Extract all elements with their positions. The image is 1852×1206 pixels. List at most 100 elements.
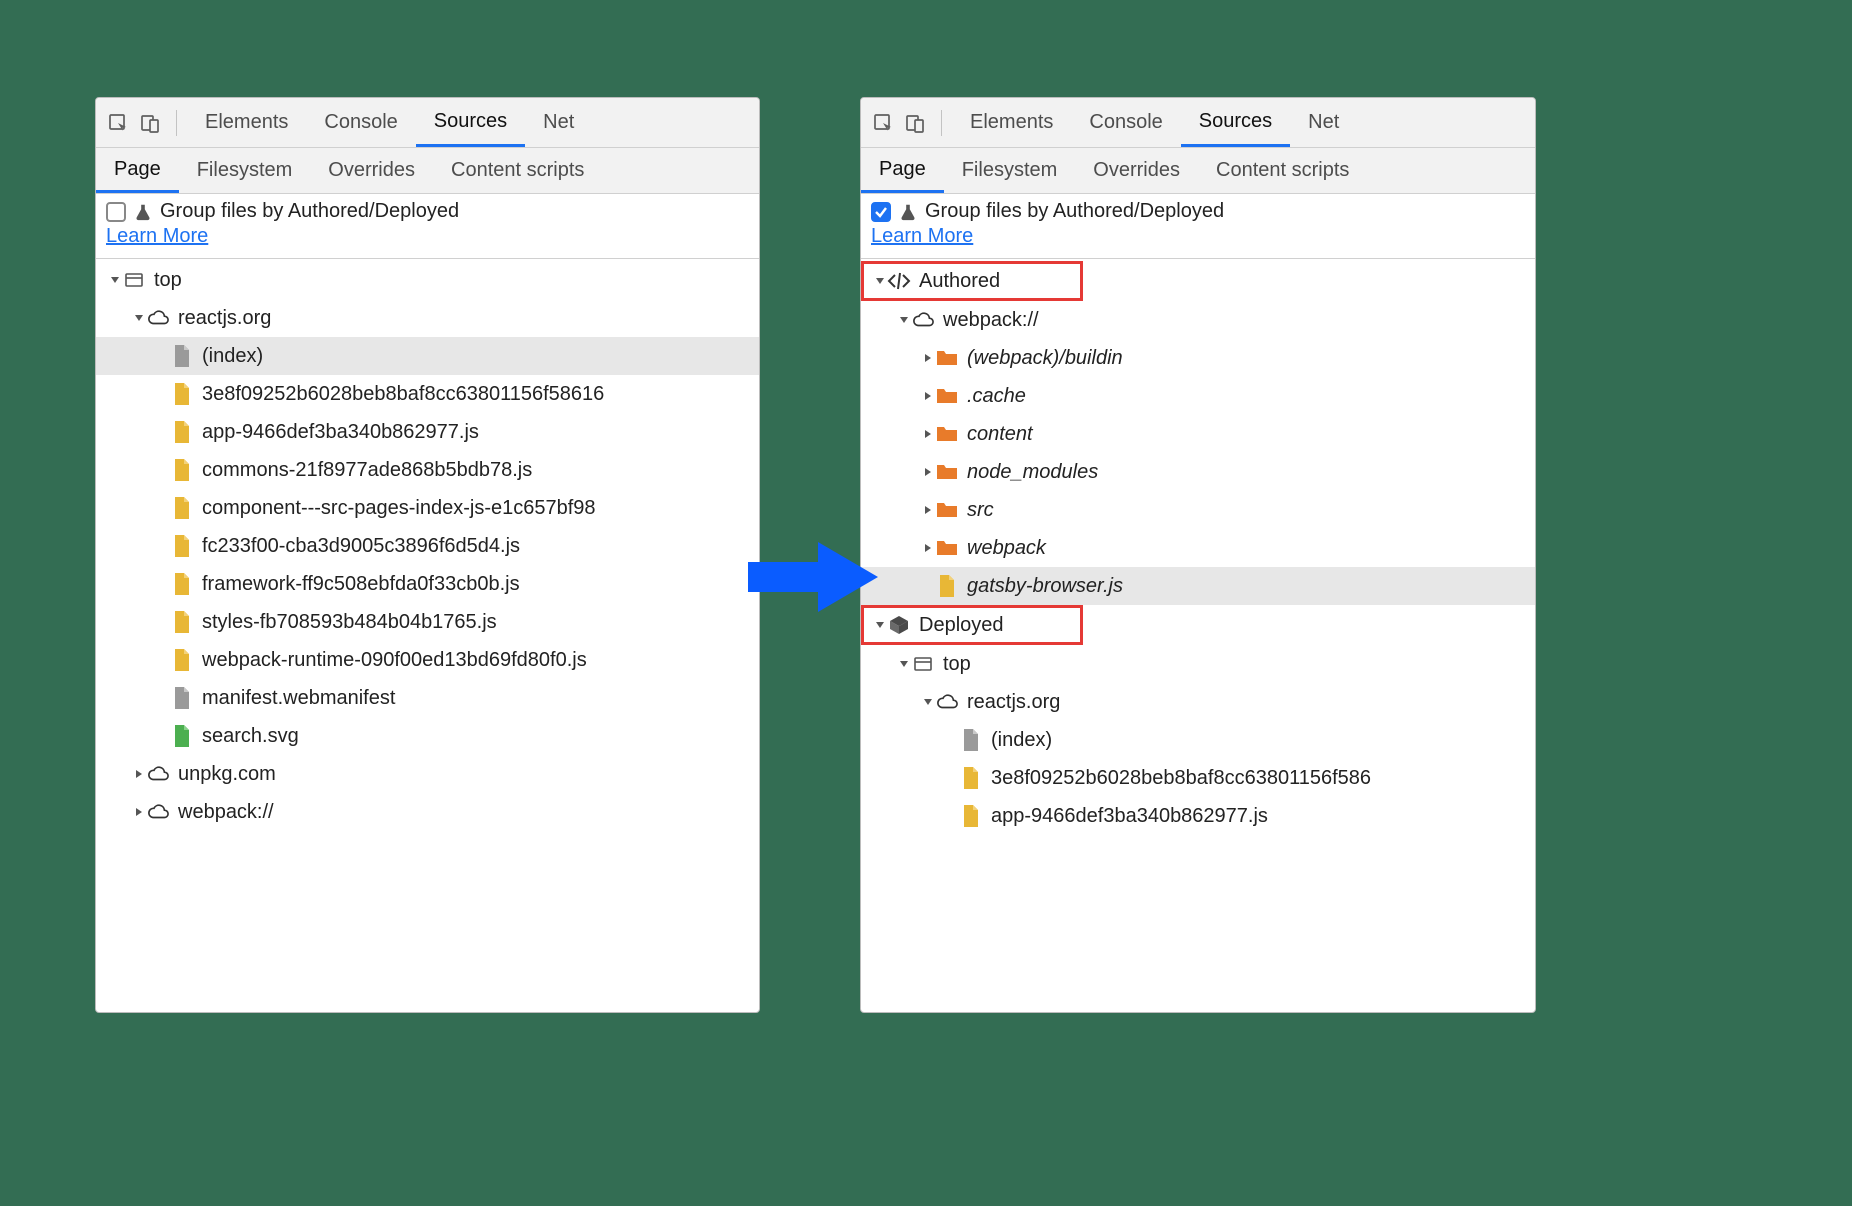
- tree-file[interactable]: 3e8f09252b6028beb8baf8cc63801156f58616: [96, 375, 759, 413]
- subtab-filesystem[interactable]: Filesystem: [179, 148, 311, 193]
- tree-label: manifest.webmanifest: [202, 687, 395, 710]
- main-toolbar: Elements Console Sources Net: [861, 98, 1535, 148]
- tree-file[interactable]: app-9466def3ba340b862977.js: [96, 413, 759, 451]
- disclosure-right-icon: [132, 807, 146, 817]
- tab-elements[interactable]: Elements: [187, 98, 306, 147]
- learn-more-link[interactable]: Learn More: [871, 225, 973, 248]
- tree-label: webpack://: [943, 309, 1039, 332]
- js-file-icon: [170, 496, 194, 520]
- tree-file[interactable]: gatsby-browser.js: [861, 567, 1535, 605]
- separator: [941, 110, 942, 136]
- sources-subtabs: Page Filesystem Overrides Content script…: [861, 148, 1535, 194]
- subtab-filesystem[interactable]: Filesystem: [944, 148, 1076, 193]
- disclosure-right-icon: [921, 505, 935, 515]
- subtab-content-scripts[interactable]: Content scripts: [1198, 148, 1367, 193]
- tree-folder[interactable]: .cache: [861, 377, 1535, 415]
- inspect-element-icon[interactable]: [869, 109, 897, 137]
- tree-folder[interactable]: src: [861, 491, 1535, 529]
- tree-label: webpack-runtime-090f00ed13bd69fd80f0.js: [202, 649, 587, 672]
- tree-file[interactable]: styles-fb708593b484b04b1765.js: [96, 603, 759, 641]
- folder-icon: [935, 384, 959, 408]
- group-files-checkbox[interactable]: [106, 202, 126, 222]
- inspect-element-icon[interactable]: [104, 109, 132, 137]
- tree-label: 3e8f09252b6028beb8baf8cc63801156f58616: [202, 383, 604, 406]
- js-file-icon: [959, 804, 983, 828]
- tree-label: (index): [991, 729, 1052, 752]
- tree-domain[interactable]: unpkg.com: [96, 755, 759, 793]
- tree-domain[interactable]: webpack://: [861, 301, 1535, 339]
- tab-network[interactable]: Net: [525, 98, 592, 147]
- group-by-bar: Group files by Authored/Deployed Learn M…: [96, 194, 759, 259]
- tree-file[interactable]: component---src-pages-index-js-e1c657bf9…: [96, 489, 759, 527]
- tree-file[interactable]: commons-21f8977ade868b5bdb78.js: [96, 451, 759, 489]
- group-by-bar: Group files by Authored/Deployed Learn M…: [861, 194, 1535, 259]
- tree-label: fc233f00-cba3d9005c3896f6d5d4.js: [202, 535, 520, 558]
- cloud-icon: [146, 306, 170, 330]
- devtools-panel-after: Elements Console Sources Net Page Filesy…: [860, 97, 1536, 1013]
- tree-label: webpack://: [178, 801, 274, 824]
- tree-domain[interactable]: webpack://: [96, 793, 759, 831]
- tree-top[interactable]: top: [861, 645, 1535, 683]
- experiment-icon: [899, 203, 917, 221]
- disclosure-down-icon: [921, 697, 935, 707]
- disclosure-right-icon: [132, 769, 146, 779]
- group-deployed[interactable]: Deployed: [861, 605, 1083, 645]
- device-toolbar-icon[interactable]: [901, 109, 929, 137]
- subtab-overrides[interactable]: Overrides: [1075, 148, 1198, 193]
- separator: [176, 110, 177, 136]
- cloud-icon: [935, 690, 959, 714]
- tree-top[interactable]: top: [96, 261, 759, 299]
- group-files-checkbox[interactable]: [871, 202, 891, 222]
- tree-file[interactable]: fc233f00-cba3d9005c3896f6d5d4.js: [96, 527, 759, 565]
- tree-file-index[interactable]: (index): [96, 337, 759, 375]
- tree-label: styles-fb708593b484b04b1765.js: [202, 611, 497, 634]
- file-tree: Authored webpack:// (webpack)/buildin .c…: [861, 259, 1535, 835]
- js-file-icon: [170, 648, 194, 672]
- tab-console[interactable]: Console: [1071, 98, 1180, 147]
- subtab-page[interactable]: Page: [861, 148, 944, 193]
- disclosure-right-icon: [921, 429, 935, 439]
- device-toolbar-icon[interactable]: [136, 109, 164, 137]
- tree-file[interactable]: manifest.webmanifest: [96, 679, 759, 717]
- tree-folder[interactable]: webpack: [861, 529, 1535, 567]
- tree-domain[interactable]: reactjs.org: [96, 299, 759, 337]
- tree-folder[interactable]: (webpack)/buildin: [861, 339, 1535, 377]
- tab-console[interactable]: Console: [306, 98, 415, 147]
- deployed-group-highlight: Deployed: [861, 605, 1083, 645]
- window-icon: [911, 652, 935, 676]
- tab-sources[interactable]: Sources: [1181, 98, 1290, 147]
- tree-file[interactable]: webpack-runtime-090f00ed13bd69fd80f0.js: [96, 641, 759, 679]
- tab-elements[interactable]: Elements: [952, 98, 1071, 147]
- disclosure-right-icon: [921, 543, 935, 553]
- tree-folder[interactable]: node_modules: [861, 453, 1535, 491]
- tree-domain[interactable]: reactjs.org: [861, 683, 1535, 721]
- tree-label: reactjs.org: [967, 691, 1060, 714]
- code-icon: [887, 269, 911, 293]
- folder-icon: [935, 346, 959, 370]
- experiment-icon: [134, 203, 152, 221]
- subtab-content-scripts[interactable]: Content scripts: [433, 148, 602, 193]
- tree-file[interactable]: framework-ff9c508ebfda0f33cb0b.js: [96, 565, 759, 603]
- tree-file[interactable]: 3e8f09252b6028beb8baf8cc63801156f586: [861, 759, 1535, 797]
- main-toolbar: Elements Console Sources Net: [96, 98, 759, 148]
- tree-label: webpack: [967, 537, 1046, 560]
- tree-label: .cache: [967, 385, 1026, 408]
- tree-label: src: [967, 499, 994, 522]
- tree-label: framework-ff9c508ebfda0f33cb0b.js: [202, 573, 520, 596]
- subtab-page[interactable]: Page: [96, 148, 179, 193]
- tree-label: gatsby-browser.js: [967, 575, 1123, 598]
- tab-sources[interactable]: Sources: [416, 98, 525, 147]
- learn-more-link[interactable]: Learn More: [106, 225, 208, 248]
- group-authored[interactable]: Authored: [861, 261, 1083, 301]
- js-file-icon: [170, 420, 194, 444]
- disclosure-down-icon: [108, 275, 122, 285]
- js-file-icon: [170, 382, 194, 406]
- js-file-icon: [170, 458, 194, 482]
- tree-folder[interactable]: content: [861, 415, 1535, 453]
- tree-file[interactable]: app-9466def3ba340b862977.js: [861, 797, 1535, 835]
- tab-network[interactable]: Net: [1290, 98, 1357, 147]
- tree-file-index[interactable]: (index): [861, 721, 1535, 759]
- disclosure-right-icon: [921, 467, 935, 477]
- subtab-overrides[interactable]: Overrides: [310, 148, 433, 193]
- tree-file[interactable]: search.svg: [96, 717, 759, 755]
